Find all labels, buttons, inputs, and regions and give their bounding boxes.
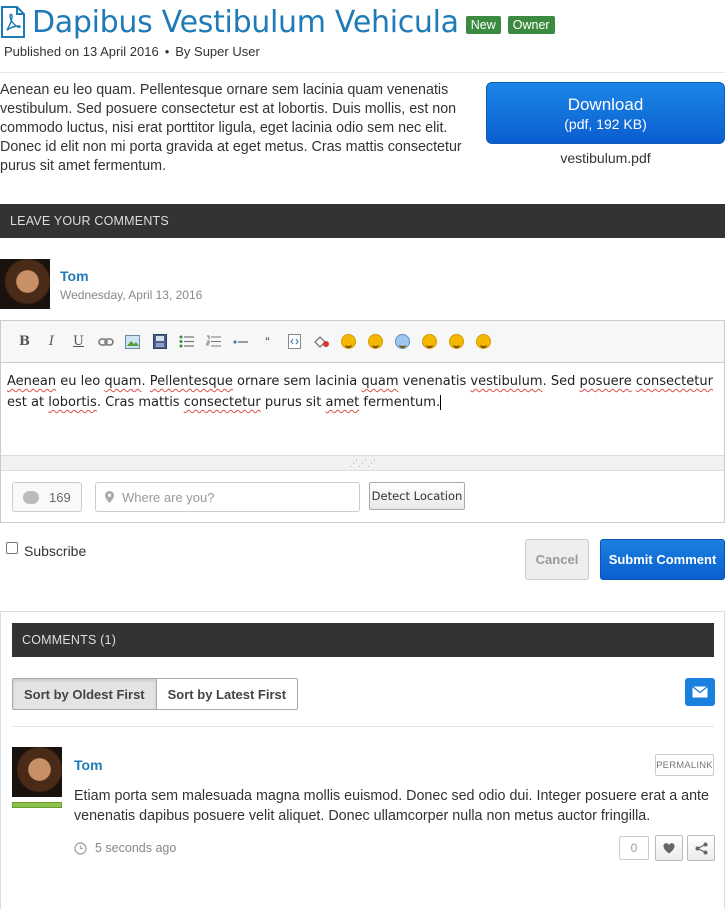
comment-author[interactable]: Tom — [74, 757, 103, 773]
character-counter: 169 — [12, 482, 82, 512]
permalink-button[interactable]: PERMALINK — [655, 754, 714, 776]
comment-text-segment: ornare sem lacinia — [232, 374, 362, 389]
comment-text-segment: Pellentesque — [149, 374, 233, 389]
comment-text-segment: consectetur — [635, 374, 713, 389]
image-icon[interactable] — [119, 331, 146, 353]
subscribe-checkbox[interactable] — [6, 542, 18, 554]
character-count: 169 — [49, 489, 71, 505]
comment-text-segment: eu leo — [56, 374, 105, 389]
submit-comment-button[interactable]: Submit Comment — [600, 539, 725, 580]
comment-text-segment: vestibulum — [470, 374, 543, 389]
download-label: Download — [567, 95, 644, 114]
download-filename: vestibulum.pdf — [560, 150, 651, 166]
comment-text-segment: Aenean — [7, 374, 57, 389]
badge-new: New — [465, 15, 501, 34]
speech-bubble-icon — [23, 490, 39, 504]
email-subscribe-button[interactable] — [685, 678, 715, 706]
editor-footer: 169 Detect Location — [1, 471, 724, 522]
horizontal-rule-icon[interactable] — [227, 331, 254, 353]
editor-toolbar: B I U “ — [1, 321, 724, 363]
subscribe-label: Subscribe — [24, 543, 87, 559]
leave-comments-header: Leave your comments — [0, 204, 725, 238]
subscribe-option[interactable]: Subscribe — [6, 542, 87, 559]
envelope-icon — [692, 686, 708, 698]
clear-format-icon[interactable] — [308, 331, 335, 353]
numbered-list-icon[interactable] — [200, 331, 227, 353]
share-icon — [695, 842, 707, 854]
comment-text-segment: . Cras mattis — [96, 395, 184, 410]
scream-emoji-icon[interactable] — [389, 331, 416, 353]
confused-emoji-icon[interactable] — [443, 331, 470, 353]
comment-text-segment: lobortis — [48, 395, 97, 410]
resize-handle[interactable]: ⋰⋰⋰ — [1, 455, 724, 471]
comment-text-segment: . — [141, 374, 150, 389]
comment-text-segment: purus sit — [260, 395, 326, 410]
wink-emoji-icon[interactable] — [470, 331, 497, 353]
comment-text-segment: quam — [361, 374, 399, 389]
user-rank-bar — [12, 802, 62, 808]
comment-form-date: Wednesday, April 13, 2016 — [60, 288, 203, 302]
bold-button[interactable]: B — [11, 331, 38, 353]
underline-button[interactable]: U — [65, 331, 92, 353]
article-meta: Published on 13 April 2016 • By Super User — [4, 44, 260, 59]
quote-icon[interactable]: “ — [254, 331, 281, 353]
map-pin-icon — [105, 491, 114, 503]
article-author: By Super User — [175, 44, 260, 59]
download-button[interactable]: Download (pdf, 192 KB) — [486, 82, 725, 144]
comments-panel: Comments (1) Sort by Oldest First Sort b… — [0, 611, 725, 909]
divider — [12, 726, 714, 727]
sort-oldest-button[interactable]: Sort by Oldest First — [12, 678, 157, 710]
comment-user-name[interactable]: Tom — [60, 268, 89, 284]
download-info: (pdf, 192 KB) — [564, 116, 647, 132]
comment-editor: B I U “ Aenean eu leo quam. Pellentesque… — [0, 320, 725, 523]
bullet-list-icon[interactable] — [173, 331, 200, 353]
comments-header: Comments (1) — [12, 623, 714, 657]
like-button[interactable] — [655, 835, 683, 861]
comment-text-segment: posuere — [579, 374, 632, 389]
comment-text-segment: est at — [7, 395, 49, 410]
like-count: 0 — [619, 836, 649, 860]
comment-time: 5 seconds ago — [74, 841, 176, 855]
article-intro: Aenean eu leo quam. Pellentesque ornare … — [0, 82, 462, 174]
comment-time-text: 5 seconds ago — [95, 841, 177, 855]
meta-separator: • — [164, 44, 170, 59]
detect-location-button[interactable]: Detect Location — [369, 482, 465, 510]
smile-emoji-icon[interactable] — [335, 331, 362, 353]
avatar — [0, 259, 50, 309]
location-input[interactable] — [122, 489, 352, 505]
comment-text-segment: consectetur — [183, 395, 261, 410]
clock-icon — [74, 841, 87, 855]
italic-button[interactable]: I — [38, 331, 65, 353]
text-caret — [440, 395, 442, 410]
tongue-emoji-icon[interactable] — [416, 331, 443, 353]
comment-textarea[interactable]: Aenean eu leo quam. Pellentesque ornare … — [1, 363, 724, 455]
comment-text-segment: amet — [325, 395, 360, 410]
comment-text-segment: quam — [104, 374, 142, 389]
code-icon[interactable] — [281, 331, 308, 353]
comment-text-segment: venenatis — [398, 374, 471, 389]
comment-text-segment: . Sed — [542, 374, 580, 389]
cancel-button[interactable]: Cancel — [525, 539, 589, 580]
published-date: Published on 13 April 2016 — [4, 44, 159, 59]
sort-buttons: Sort by Oldest First Sort by Latest Firs… — [12, 678, 299, 710]
comment-body: Etiam porta sem malesuada magna mollis e… — [74, 788, 709, 824]
avatar — [12, 747, 62, 797]
divider — [0, 72, 725, 73]
grin-emoji-icon[interactable] — [362, 331, 389, 353]
sort-latest-button[interactable]: Sort by Latest First — [156, 678, 299, 710]
pdf-file-icon — [1, 6, 25, 38]
link-icon[interactable] — [92, 331, 119, 353]
comment-text-segment: fermentum. — [359, 395, 441, 410]
article-title: Dapibus Vestibulum Vehicula — [32, 4, 459, 40]
share-button[interactable] — [687, 835, 715, 861]
badge-owner: Owner — [507, 15, 555, 34]
media-icon[interactable] — [146, 331, 173, 353]
location-field[interactable] — [95, 482, 360, 512]
article-header: Dapibus Vestibulum Vehicula New Owner — [0, 0, 555, 44]
heart-icon — [663, 842, 675, 853]
